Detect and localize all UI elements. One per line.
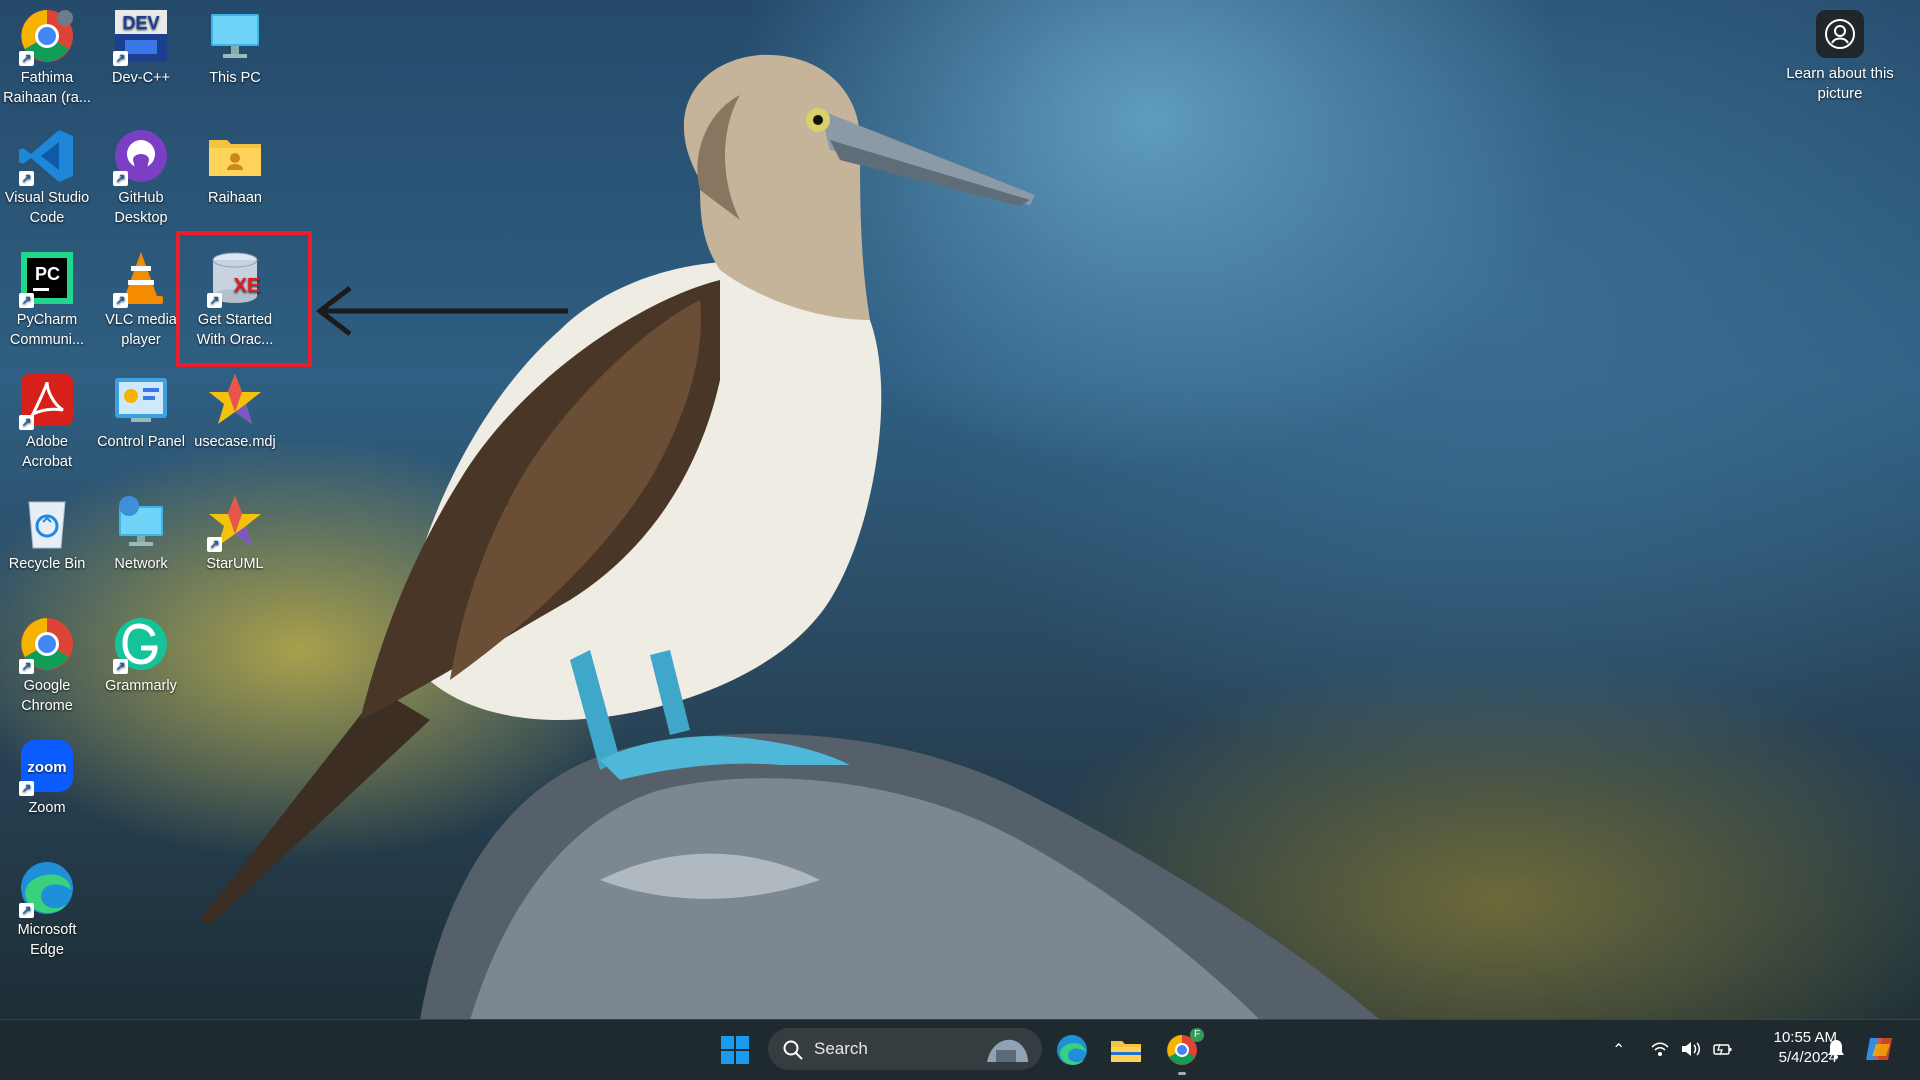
vlc-icon: ↗ [111,248,171,308]
desktop-icon-adobe-acrobat[interactable]: ↗ Adobe Acrobat [0,364,94,472]
taskbar: Search F ⌃ 10:55 AM 5/4/2024 [0,1019,1920,1080]
google-chrome-icon: ↗ [17,614,77,674]
start-button[interactable] [720,1035,750,1065]
pycharm-icon: PC ↗ [17,248,77,308]
desktop-icon-github-desktop[interactable]: ↗ GitHub Desktop [94,120,188,228]
desktop-icon-label: Google Chrome [21,678,73,714]
desktop-icon-label: PyCharm Communi... [9,312,85,348]
desktop-icon-google-chrome[interactable]: ↗ Google Chrome [0,608,94,716]
desktop-icon-this-pc[interactable]: This PC [188,0,282,88]
shortcut-arrow-icon: ↗ [113,51,128,66]
shortcut-arrow-icon: ↗ [19,415,34,430]
desktop-icon-vlc[interactable]: ↗ VLC media player [94,242,188,350]
svg-text:zoom: zoom [27,759,66,776]
recycle-bin-icon [17,492,77,552]
desktop-icon-label: Raihaan [207,190,262,206]
this-pc-icon [205,6,265,66]
shortcut-arrow-icon: ↗ [19,659,34,674]
desktop-icon-staruml-file[interactable]: usecase.mdj [188,364,282,452]
camera-location-icon [1816,10,1864,58]
search-icon [783,1040,803,1060]
desktop-icon-recycle-bin[interactable]: Recycle Bin [0,486,94,574]
desktop-icon-grammarly[interactable]: ↗ Grammarly [94,608,188,696]
highlight-box [176,231,312,367]
shortcut-arrow-icon: ↗ [207,537,222,552]
adobe-acrobat-icon: ↗ [17,370,77,430]
annotation-arrow [315,286,568,336]
microsoft-edge-icon: ↗ [17,858,77,918]
battery-icon[interactable] [1712,1040,1734,1058]
desktop-icon-label: Visual Studio Code [4,190,90,226]
taskbar-file-explorer[interactable] [1108,1032,1144,1068]
network-icon [111,492,171,552]
taskbar-chrome[interactable]: F [1164,1028,1204,1075]
vscode-icon: ↗ [17,126,77,186]
svg-text:PC: PC [35,264,60,284]
windows-logo-icon [721,1036,749,1064]
shortcut-arrow-icon: ↗ [113,171,128,186]
shortcut-arrow-icon: ↗ [113,659,128,674]
desktop-icon-label: Zoom [28,800,66,816]
desktop-icon-label: Microsoft Edge [17,922,77,958]
shortcut-arrow-icon: ↗ [19,781,34,796]
desktop-icon-label: Recycle Bin [8,556,86,572]
notification-bell-icon[interactable] [1826,1038,1846,1060]
desktop-icon-label: Grammarly [105,678,177,694]
clock-date: 5/4/2024 [1778,1049,1837,1066]
learn-about-label: Learn about this picture [1786,65,1894,102]
desktop-icon-label: GitHub Desktop [114,190,168,226]
shortcut-arrow-icon: ↗ [19,171,34,186]
desktop-icon-label: Adobe Acrobat [22,434,72,470]
running-indicator [1178,1072,1186,1075]
taskbar-search[interactable]: Search [768,1028,1042,1070]
desktop-icon-user-folder[interactable]: Raihaan [188,120,282,208]
staruml-file-icon [205,370,265,430]
folder-icon [1111,1041,1141,1062]
copilot-icon[interactable] [1864,1034,1896,1064]
desktop-icon-microsoft-edge[interactable]: ↗ Microsoft Edge [0,852,94,960]
learn-about-picture[interactable]: Learn about this picture [1780,10,1900,104]
wifi-icon[interactable] [1650,1040,1670,1058]
control-panel-icon [111,370,171,430]
shortcut-arrow-icon: ↗ [113,293,128,308]
clock-time: 10:55 AM [1773,1029,1837,1046]
desktop-icon-label: Dev-C++ [111,70,171,86]
desktop-icon-pycharm[interactable]: PC ↗ PyCharm Communi... [0,242,94,350]
svg-text:DEV: DEV [122,13,159,33]
desktop-icon-label: usecase.mdj [194,434,276,450]
desktop-icon-chrome-profile[interactable]: ↗ Fathima Raihaan (ra... [0,0,94,108]
chevron-up-icon[interactable]: ⌃ [1612,1040,1625,1060]
desktop-icon-staruml[interactable]: ↗ StarUML [188,486,282,574]
desktop-icon-label: This PC [209,70,261,86]
zoom-icon: zoom ↗ [17,736,77,796]
github-desktop-icon: ↗ [111,126,171,186]
desktop-icon-network[interactable]: Network [94,486,188,574]
devcpp-icon: DEV ↗ [111,6,171,66]
desktop-icon-control-panel[interactable]: Control Panel [94,364,188,452]
search-placeholder: Search [814,1039,868,1058]
volume-icon[interactable] [1680,1040,1702,1058]
user-folder-icon [205,126,265,186]
desktop-icon-label: Control Panel [97,434,185,450]
staruml-icon: ↗ [205,492,265,552]
chrome-profile-icon: ↗ [17,6,77,66]
wallpaper-booby-bird [200,54,1380,1020]
desktop-icon-label: VLC media player [105,312,177,348]
shortcut-arrow-icon: ↗ [19,51,34,66]
desktop-icon-devcpp[interactable]: DEV ↗ Dev-C++ [94,0,188,88]
desktop-icon-vscode[interactable]: ↗ Visual Studio Code [0,120,94,228]
taskbar-clock[interactable]: 10:55 AM 5/4/2024 [1745,1028,1837,1068]
chrome-profile-badge: F [1190,1028,1204,1042]
desktop-icon-label: Network [114,556,168,572]
grammarly-icon: ↗ [111,614,171,674]
desktop-icon-zoom[interactable]: zoom ↗ Zoom [0,730,94,818]
taskbar-edge[interactable] [1054,1032,1090,1068]
microsoft-edge-icon [1057,1035,1087,1065]
shortcut-arrow-icon: ↗ [19,293,34,308]
shortcut-arrow-icon: ↗ [19,903,34,918]
desktop-icon-label: StarUML [206,556,264,572]
search-highlight-icon [987,1039,1028,1062]
desktop-icon-label: Fathima Raihaan (ra... [3,70,91,106]
